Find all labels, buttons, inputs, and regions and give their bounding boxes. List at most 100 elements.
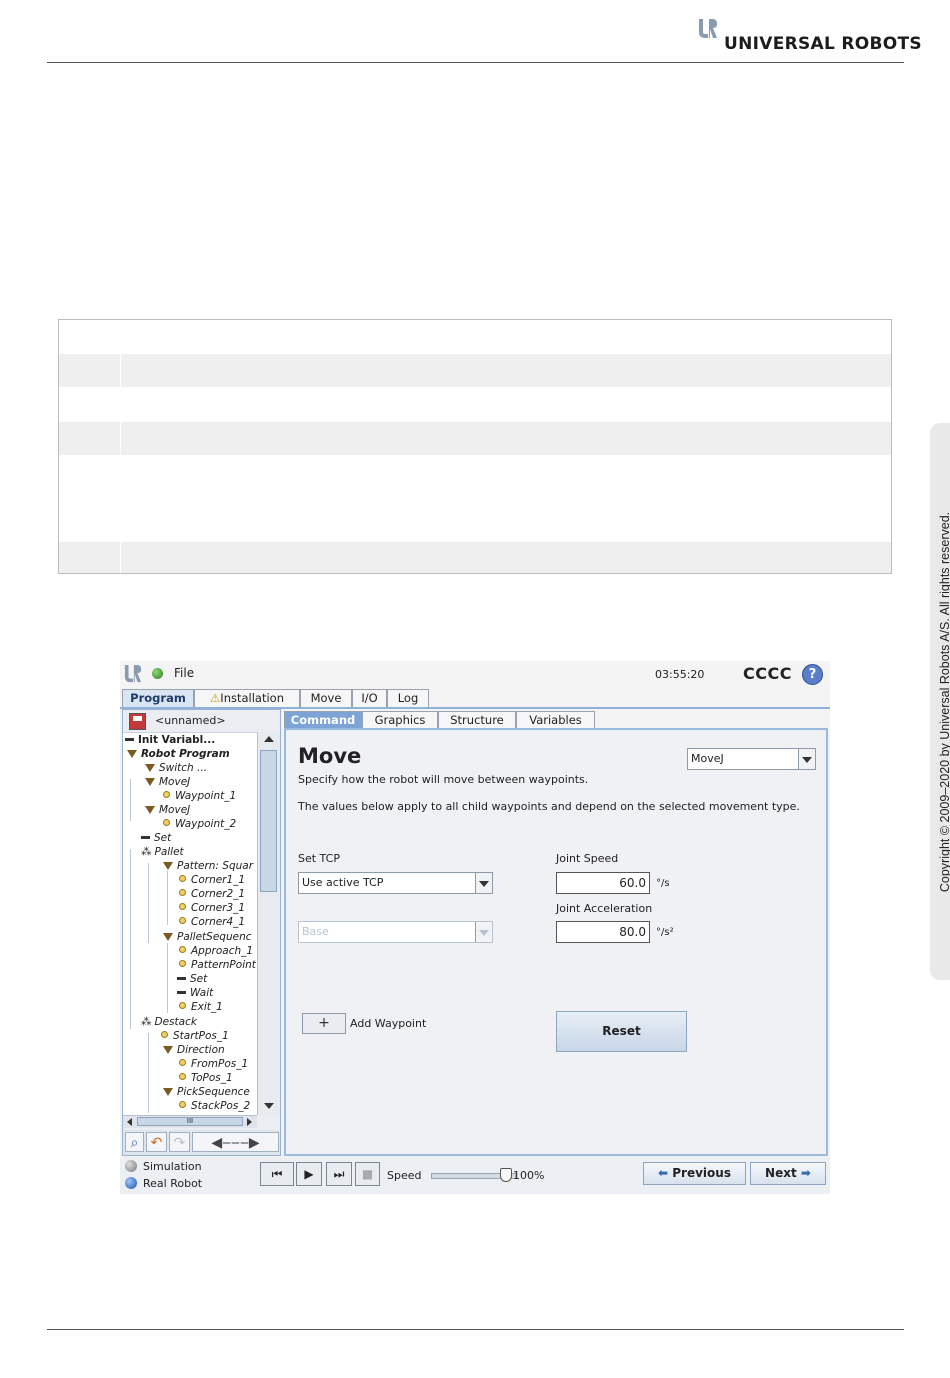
- move-type-select[interactable]: MoveJ: [687, 748, 816, 770]
- tcp-select[interactable]: Use active TCP: [298, 872, 493, 894]
- tree-vertical-scrollbar[interactable]: [257, 732, 280, 1115]
- table-row: [59, 354, 891, 387]
- tree-item[interactable]: Switch ...: [145, 762, 207, 774]
- tab-program[interactable]: Program: [122, 689, 194, 707]
- waypoint-icon: [163, 819, 170, 826]
- tab-log[interactable]: Log: [387, 689, 429, 707]
- tree-item[interactable]: PatternPoint: [179, 959, 256, 971]
- tree-item[interactable]: Approach_1: [179, 945, 253, 957]
- tree-line: [167, 871, 168, 925]
- action-icon: [141, 836, 150, 839]
- joint-acceleration-input[interactable]: 80.0: [556, 921, 650, 943]
- tree-line: [148, 863, 149, 943]
- search-icon[interactable]: ⌕: [125, 1132, 144, 1152]
- tree-item-label: Set: [154, 832, 172, 844]
- tab-label: Command: [290, 713, 356, 727]
- simulation-label: Simulation: [143, 1160, 202, 1173]
- step-button[interactable]: ⏭: [326, 1162, 352, 1186]
- tree-item[interactable]: ToPos_1: [179, 1072, 233, 1084]
- tab-structure[interactable]: Structure: [438, 711, 516, 728]
- simulation-mode[interactable]: Simulation: [125, 1160, 202, 1173]
- table-row: [59, 542, 891, 573]
- tree-item-label: FromPos_1: [191, 1058, 249, 1070]
- scroll-left-icon[interactable]: [127, 1118, 132, 1126]
- undo-icon[interactable]: ↶: [146, 1132, 167, 1152]
- stop-button[interactable]: ■: [355, 1162, 380, 1186]
- tree-item[interactable]: StartPos_1: [161, 1030, 229, 1042]
- tree-item[interactable]: Wait: [177, 987, 213, 999]
- help-icon[interactable]: ?: [802, 664, 823, 685]
- next-button[interactable]: Next ➡: [750, 1162, 826, 1185]
- tree-item[interactable]: Waypoint_1: [163, 790, 236, 802]
- tree-horizontal-scrollbar[interactable]: III: [123, 1115, 257, 1128]
- next-label: Next: [765, 1166, 797, 1180]
- real-robot-mode[interactable]: Real Robot: [125, 1177, 202, 1190]
- tree-item-label: Robot Program: [141, 748, 230, 760]
- ur-logo-icon[interactable]: [124, 664, 142, 684]
- tab-installation[interactable]: ⚠Installation: [194, 689, 300, 707]
- action-icon: [125, 738, 134, 741]
- tree-item[interactable]: Corner2_1: [179, 888, 245, 900]
- tree-item[interactable]: ⁂ Destack: [141, 1016, 197, 1028]
- move-node-arrows-icon[interactable]: ◀‒‒‒▶: [192, 1132, 279, 1152]
- tree-item[interactable]: Init Variabl...: [125, 734, 215, 746]
- tree-item[interactable]: FromPos_1: [179, 1058, 248, 1070]
- tree-item-label: Corner3_1: [191, 902, 246, 914]
- scroll-up-icon[interactable]: [264, 736, 274, 742]
- add-waypoint-button[interactable]: +: [302, 1013, 346, 1034]
- tree-item[interactable]: Corner1_1: [179, 874, 245, 886]
- previous-button[interactable]: ⬅ Previous: [643, 1162, 746, 1185]
- play-icon: ▶: [304, 1167, 314, 1181]
- joint-speed-input[interactable]: 60.0: [556, 872, 650, 894]
- tab-command[interactable]: Command: [284, 711, 362, 728]
- move-note: The values below apply to all child wayp…: [298, 800, 800, 813]
- reset-button[interactable]: Reset: [556, 1011, 687, 1052]
- file-menu[interactable]: File: [174, 666, 194, 680]
- tree-item[interactable]: Direction: [163, 1044, 225, 1056]
- tree-item[interactable]: Corner3_1: [179, 902, 245, 914]
- speed-slider-handle[interactable]: [500, 1168, 512, 1182]
- tab-variables[interactable]: Variables: [516, 711, 595, 728]
- tree-item[interactable]: Waypoint_2: [163, 818, 236, 830]
- tree-item[interactable]: Set: [141, 832, 171, 844]
- redo-icon[interactable]: ↷: [169, 1132, 190, 1152]
- tree-item-label: Waypoint_1: [175, 790, 237, 802]
- save-icon[interactable]: [129, 713, 146, 730]
- chevron-down-icon: [475, 922, 492, 942]
- scroll-down-icon[interactable]: [264, 1103, 274, 1109]
- tree-item[interactable]: MoveJ: [145, 804, 190, 816]
- tab-move[interactable]: Move: [300, 689, 352, 707]
- waypoint-icon: [179, 1059, 186, 1066]
- tree-item[interactable]: PickSequence: [163, 1086, 250, 1098]
- tree-item-label: Pattern: Squar: [177, 860, 254, 872]
- top-bar: File 03:55:20 CCCC ?: [120, 661, 830, 687]
- tree-item[interactable]: ⁂ Pallet: [141, 846, 184, 858]
- scroll-thumb[interactable]: [260, 750, 277, 892]
- tree-item-label: PickSequence: [177, 1086, 250, 1098]
- waypoint-icon: [179, 917, 186, 924]
- tree-item[interactable]: Robot Program: [127, 748, 230, 760]
- play-button[interactable]: ▶: [296, 1162, 322, 1186]
- tree-item[interactable]: PalletSequenc: [163, 931, 252, 943]
- program-tree[interactable]: Init Variabl... Robot Program Switch ...…: [123, 732, 257, 1116]
- tree-item-label: StartPos_1: [173, 1030, 229, 1042]
- tree-item-label: Wait: [190, 987, 214, 999]
- scroll-thumb[interactable]: III: [137, 1117, 243, 1126]
- feature-select: Base: [298, 921, 493, 943]
- real-robot-label: Real Robot: [143, 1177, 203, 1190]
- tree-item[interactable]: Corner4_1: [179, 916, 245, 928]
- tree-item[interactable]: Exit_1: [179, 1001, 223, 1013]
- tree-item-label: Init Variabl...: [138, 734, 216, 746]
- action-icon: [177, 977, 186, 980]
- tab-graphics[interactable]: Graphics: [362, 711, 438, 728]
- tree-item[interactable]: StackPos_2: [179, 1100, 250, 1112]
- tree-item-label: MoveJ: [159, 776, 191, 788]
- tree-item[interactable]: MoveJ: [145, 776, 190, 788]
- tree-item-label: Switch ...: [159, 762, 208, 774]
- scroll-right-icon[interactable]: [247, 1118, 252, 1126]
- rewind-button[interactable]: ⏮: [260, 1162, 294, 1186]
- tree-item[interactable]: Pattern: Squar: [163, 860, 253, 872]
- tab-io[interactable]: I/O: [352, 689, 387, 707]
- robot-status-icon: [152, 668, 163, 679]
- tree-item[interactable]: Set: [177, 973, 207, 985]
